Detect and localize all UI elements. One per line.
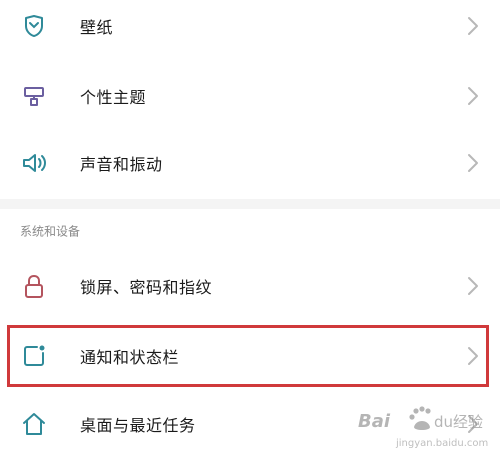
home-icon (23, 413, 45, 435)
chevron-right-icon (468, 154, 478, 172)
chevron-right-icon (468, 17, 478, 35)
chevron-right-icon (468, 277, 478, 295)
svg-text:du经验: du经验 (434, 413, 483, 431)
wallpaper-icon (25, 15, 43, 37)
settings-item-theme[interactable]: 个性主题 (0, 60, 500, 132)
settings-item-wallpaper-label: 壁纸 (80, 18, 114, 37)
baidu-logo: Bai du经验 (358, 406, 483, 432)
section-header-system: 系统和设备 (0, 209, 500, 253)
settings-item-lock-screen-label: 锁屏、密码和指纹 (80, 278, 213, 297)
section-title: 系统和设备 (20, 224, 81, 239)
settings-item-wallpaper[interactable]: 壁纸 (0, 0, 500, 62)
settings-item-home-screen-label: 桌面与最近任务 (80, 416, 196, 435)
paint-roller-icon (24, 87, 44, 106)
notification-icon (24, 345, 45, 366)
watermark: Bai du经验 jingyan.baidu.com (356, 401, 494, 449)
settings-item-lock-screen[interactable]: 锁屏、密码和指纹 (0, 250, 500, 322)
watermark-url: jingyan.baidu.com (396, 438, 489, 449)
settings-item-notifications[interactable]: 通知和状态栏 (0, 320, 500, 392)
settings-item-notifications-label: 通知和状态栏 (80, 348, 180, 367)
svg-text:Bai: Bai (358, 411, 391, 432)
lock-icon (25, 274, 43, 298)
section-divider (0, 199, 500, 209)
settings-item-theme-label: 个性主题 (80, 88, 147, 107)
speaker-icon (23, 154, 46, 172)
settings-item-sound-label: 声音和振动 (80, 155, 163, 174)
settings-item-sound[interactable]: 声音和振动 (0, 127, 500, 199)
chevron-right-icon (468, 347, 478, 365)
chevron-right-icon (468, 87, 478, 105)
